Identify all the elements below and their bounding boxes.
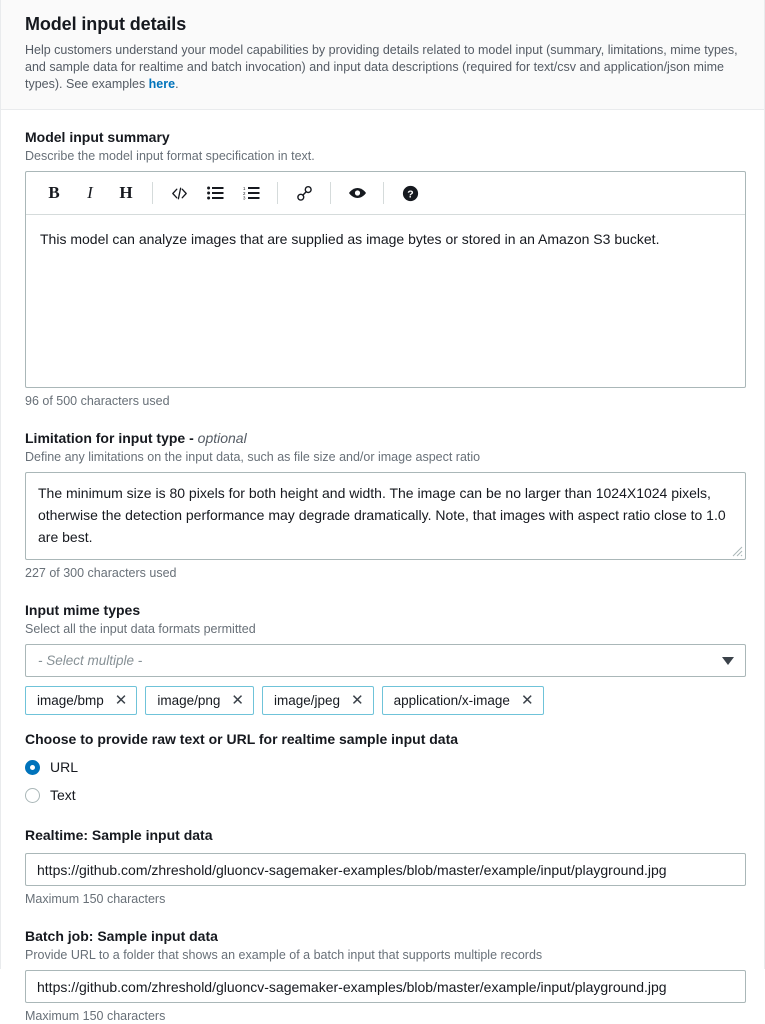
panel-description-text-1: Help customers understand your model cap… bbox=[25, 43, 738, 91]
batch-sample-label: Batch job: Sample input data bbox=[25, 928, 218, 944]
realtime-sample-label: Realtime: Sample input data bbox=[25, 827, 213, 843]
examples-here-link[interactable]: here bbox=[149, 77, 175, 91]
batch-sample-value: https://github.com/zhreshold/gluoncv-sag… bbox=[37, 978, 667, 995]
radio-option-text[interactable]: Text bbox=[25, 783, 742, 807]
limitation-optional-tag: optional bbox=[197, 430, 247, 446]
chevron-down-icon bbox=[722, 656, 734, 665]
numbered-list-icon[interactable]: 1 2 3 bbox=[236, 178, 266, 208]
input-source-choice-label: Choose to provide raw text or URL for re… bbox=[25, 731, 459, 747]
model-input-summary-hint: Describe the model input format specific… bbox=[25, 149, 315, 163]
mime-types-hint: Select all the input data formats permit… bbox=[25, 622, 256, 636]
toolbar-divider bbox=[383, 182, 384, 204]
limitation-label-text: Limitation for input type - bbox=[25, 430, 198, 446]
editor-toolbar: B I H 1 2 3 ? bbox=[26, 172, 745, 215]
mime-types-placeholder: - Select multiple - bbox=[38, 653, 143, 668]
token-label: application/x-image bbox=[393, 693, 510, 708]
resize-grip-icon bbox=[732, 546, 743, 557]
realtime-sample-footnote: Maximum 150 characters bbox=[25, 892, 166, 906]
token-application-x-image[interactable]: application/x-image ✕ bbox=[381, 686, 544, 715]
close-icon[interactable]: ✕ bbox=[351, 693, 364, 708]
close-icon[interactable]: ✕ bbox=[521, 693, 534, 708]
limitation-label: Limitation for input type - optional bbox=[25, 429, 742, 447]
page-title: Model input details bbox=[25, 14, 187, 34]
bold-button[interactable]: B bbox=[39, 178, 69, 208]
batch-sample-hint: Provide URL to a folder that shows an ex… bbox=[25, 948, 543, 962]
mime-types-label: Input mime types bbox=[25, 602, 141, 618]
field-realtime-sample-input-data: Realtime: Sample input data https://gith… bbox=[25, 826, 746, 907]
panel-description: Help customers understand your model cap… bbox=[25, 42, 740, 93]
bullet-list-icon[interactable] bbox=[200, 178, 230, 208]
svg-text:?: ? bbox=[407, 188, 413, 200]
model-input-summary-editor-content[interactable]: This model can analyze images that are s… bbox=[26, 215, 745, 387]
token-label: image/bmp bbox=[37, 693, 104, 708]
token-image-png[interactable]: image/png ✕ bbox=[145, 686, 254, 715]
token-image-bmp[interactable]: image/bmp ✕ bbox=[25, 686, 138, 715]
input-source-radio-group: URL Text bbox=[25, 755, 742, 807]
svg-text:3: 3 bbox=[243, 196, 246, 200]
batch-sample-footnote: Maximum 150 characters bbox=[25, 1009, 166, 1023]
radio-mark-url[interactable] bbox=[25, 759, 40, 775]
field-model-input-summary: Model input summary Describe the model i… bbox=[25, 128, 746, 409]
radio-mark-text[interactable] bbox=[25, 787, 40, 803]
radio-label-url: URL bbox=[50, 759, 79, 775]
rich-text-editor: B I H 1 2 3 ? This model can analyze ima… bbox=[25, 171, 746, 388]
token-label: image/jpeg bbox=[274, 693, 341, 708]
radio-option-url[interactable]: URL bbox=[25, 755, 742, 779]
realtime-sample-value: https://github.com/zhreshold/gluoncv-sag… bbox=[37, 861, 667, 878]
link-icon[interactable] bbox=[289, 178, 319, 208]
code-icon[interactable] bbox=[164, 178, 194, 208]
toolbar-divider bbox=[330, 182, 331, 204]
batch-sample-input[interactable]: https://github.com/zhreshold/gluoncv-sag… bbox=[25, 970, 746, 1003]
field-input-source-choice: Choose to provide raw text or URL for re… bbox=[25, 730, 742, 807]
limitation-counter: 227 of 300 characters used bbox=[25, 566, 177, 580]
toolbar-divider bbox=[152, 182, 153, 204]
token-image-jpeg[interactable]: image/jpeg ✕ bbox=[262, 686, 374, 715]
field-input-mime-types: Input mime types Select all the input da… bbox=[25, 601, 746, 715]
italic-button[interactable]: I bbox=[75, 178, 105, 208]
field-limitation-for-input-type: Limitation for input type - optional Def… bbox=[25, 429, 746, 581]
model-input-summary-counter: 96 of 500 characters used bbox=[25, 394, 170, 408]
limitation-textarea[interactable]: The minimum size is 80 pixels for both h… bbox=[25, 472, 746, 560]
field-batch-sample-input-data: Batch job: Sample input data Provide URL… bbox=[25, 927, 746, 1024]
model-input-details-panel: Model input details Help customers under… bbox=[0, 0, 765, 1024]
limitation-textarea-value: The minimum size is 80 pixels for both h… bbox=[38, 485, 726, 545]
panel-header: Model input details Help customers under… bbox=[1, 0, 764, 110]
mime-types-token-list: image/bmp ✕ image/png ✕ image/jpeg ✕ app… bbox=[25, 686, 742, 715]
heading-button[interactable]: H bbox=[111, 178, 141, 208]
close-icon[interactable]: ✕ bbox=[231, 693, 244, 708]
radio-label-text: Text bbox=[50, 787, 76, 803]
mime-types-select[interactable]: - Select multiple - bbox=[25, 644, 746, 677]
eye-preview-icon[interactable] bbox=[342, 178, 372, 208]
help-circle-icon[interactable]: ? bbox=[395, 178, 425, 208]
limitation-hint: Define any limitations on the input data… bbox=[25, 450, 481, 464]
toolbar-divider bbox=[277, 182, 278, 204]
panel-description-text-2: . bbox=[175, 77, 179, 91]
close-icon[interactable]: ✕ bbox=[115, 693, 128, 708]
realtime-sample-input[interactable]: https://github.com/zhreshold/gluoncv-sag… bbox=[25, 853, 746, 886]
panel-body: Model input summary Describe the model i… bbox=[1, 110, 764, 1024]
token-label: image/png bbox=[157, 693, 221, 708]
model-input-summary-label: Model input summary bbox=[25, 129, 170, 145]
